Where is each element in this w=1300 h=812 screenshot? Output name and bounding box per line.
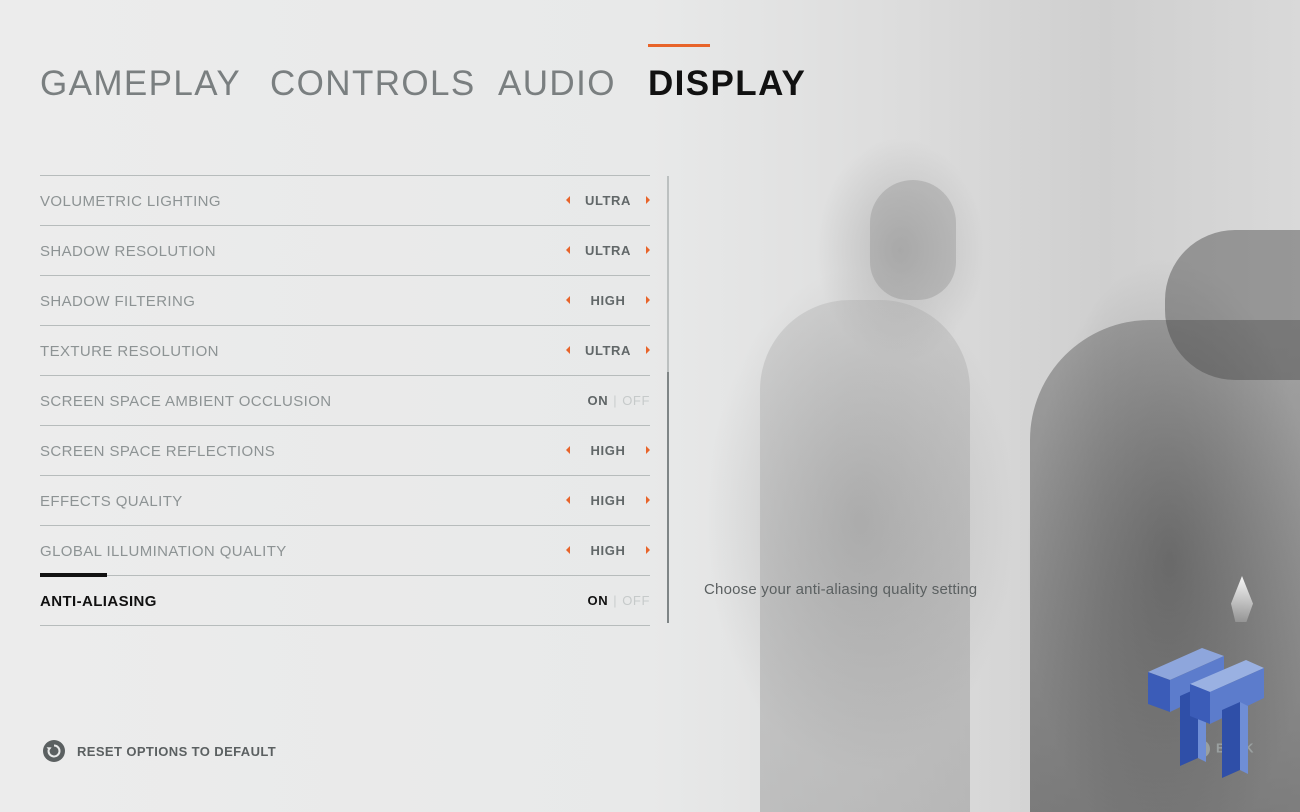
- setting-label: EFFECTS QUALITY: [40, 493, 183, 510]
- value-selector: ULTRA: [566, 343, 650, 359]
- reset-icon: [43, 740, 65, 762]
- toggle-off-option[interactable]: OFF: [622, 593, 650, 608]
- on-off-toggle: ON | OFF: [588, 593, 650, 608]
- arrow-left-icon[interactable]: [566, 296, 570, 304]
- arrow-right-icon[interactable]: [646, 346, 650, 354]
- active-tab-indicator: [648, 44, 710, 47]
- tab-display[interactable]: DISPLAY: [648, 64, 806, 104]
- value-selector: ULTRA: [566, 243, 650, 259]
- arrow-right-icon[interactable]: [646, 246, 650, 254]
- reset-options-label: RESET OPTIONS TO DEFAULT: [77, 744, 277, 759]
- setting-row-volumetric-lighting[interactable]: VOLUMETRIC LIGHTING ULTRA: [40, 176, 650, 226]
- setting-label: SHADOW FILTERING: [40, 293, 196, 310]
- setting-label: SHADOW RESOLUTION: [40, 243, 216, 260]
- value-selector: HIGH: [566, 443, 650, 459]
- toggle-on-option[interactable]: ON: [588, 393, 609, 408]
- toggle-separator: |: [613, 593, 618, 608]
- setting-value: HIGH: [590, 493, 626, 508]
- background-head-woman: [1165, 230, 1300, 380]
- setting-description: Choose your anti-aliasing quality settin…: [704, 581, 978, 598]
- tt-logo-watermark: [1148, 648, 1264, 778]
- arrow-right-icon[interactable]: [646, 296, 650, 304]
- value-selector: ULTRA: [566, 193, 650, 209]
- arrow-left-icon[interactable]: [566, 246, 570, 254]
- arrow-right-icon[interactable]: [646, 546, 650, 554]
- tab-gameplay[interactable]: GAMEPLAY: [40, 64, 241, 104]
- selected-row-indicator: [40, 573, 107, 577]
- background-head-man: [870, 180, 956, 300]
- setting-value: ULTRA: [584, 243, 632, 258]
- toggle-separator: |: [613, 393, 618, 408]
- setting-row-global-illumination-quality[interactable]: GLOBAL ILLUMINATION QUALITY HIGH: [40, 526, 650, 576]
- toggle-on-option[interactable]: ON: [588, 593, 609, 608]
- setting-label: TEXTURE RESOLUTION: [40, 343, 219, 360]
- setting-value: ULTRA: [584, 343, 632, 358]
- setting-row-ssao[interactable]: SCREEN SPACE AMBIENT OCCLUSION ON | OFF: [40, 376, 650, 426]
- value-selector: HIGH: [566, 543, 650, 559]
- value-selector: HIGH: [566, 493, 650, 509]
- setting-value: ULTRA: [584, 193, 632, 208]
- setting-label: GLOBAL ILLUMINATION QUALITY: [40, 543, 287, 560]
- setting-value: HIGH: [590, 293, 626, 308]
- setting-row-effects-quality[interactable]: EFFECTS QUALITY HIGH: [40, 476, 650, 526]
- setting-row-texture-resolution[interactable]: TEXTURE RESOLUTION ULTRA: [40, 326, 650, 376]
- setting-row-anti-aliasing[interactable]: ANTI-ALIASING ON | OFF: [40, 573, 650, 626]
- arrow-right-icon[interactable]: [646, 496, 650, 504]
- arrow-left-icon[interactable]: [566, 496, 570, 504]
- setting-label: ANTI-ALIASING: [40, 593, 157, 610]
- setting-row-shadow-resolution[interactable]: SHADOW RESOLUTION ULTRA: [40, 226, 650, 276]
- on-off-toggle: ON | OFF: [588, 393, 650, 408]
- value-selector: HIGH: [566, 293, 650, 309]
- setting-label: VOLUMETRIC LIGHTING: [40, 193, 221, 210]
- arrow-right-icon[interactable]: [646, 196, 650, 204]
- arrow-right-icon[interactable]: [646, 446, 650, 454]
- setting-value: HIGH: [590, 443, 626, 458]
- setting-row-screen-space-reflections[interactable]: SCREEN SPACE REFLECTIONS HIGH: [40, 426, 650, 476]
- tab-controls[interactable]: CONTROLS: [270, 64, 476, 104]
- arrow-left-icon[interactable]: [566, 346, 570, 354]
- tab-audio[interactable]: AUDIO: [498, 64, 616, 104]
- arrow-left-icon[interactable]: [566, 546, 570, 554]
- setting-row-shadow-filtering[interactable]: SHADOW FILTERING HIGH: [40, 276, 650, 326]
- background-figure-man: [760, 300, 970, 812]
- scrollbar-thumb[interactable]: [667, 372, 669, 623]
- setting-label: SCREEN SPACE REFLECTIONS: [40, 443, 276, 460]
- arrow-left-icon[interactable]: [566, 446, 570, 454]
- arrow-left-icon[interactable]: [566, 196, 570, 204]
- setting-label: SCREEN SPACE AMBIENT OCCLUSION: [40, 393, 332, 410]
- setting-value: HIGH: [590, 543, 626, 558]
- toggle-off-option[interactable]: OFF: [622, 393, 650, 408]
- display-settings-list: VOLUMETRIC LIGHTING ULTRA SHADOW RESOLUT…: [40, 175, 650, 626]
